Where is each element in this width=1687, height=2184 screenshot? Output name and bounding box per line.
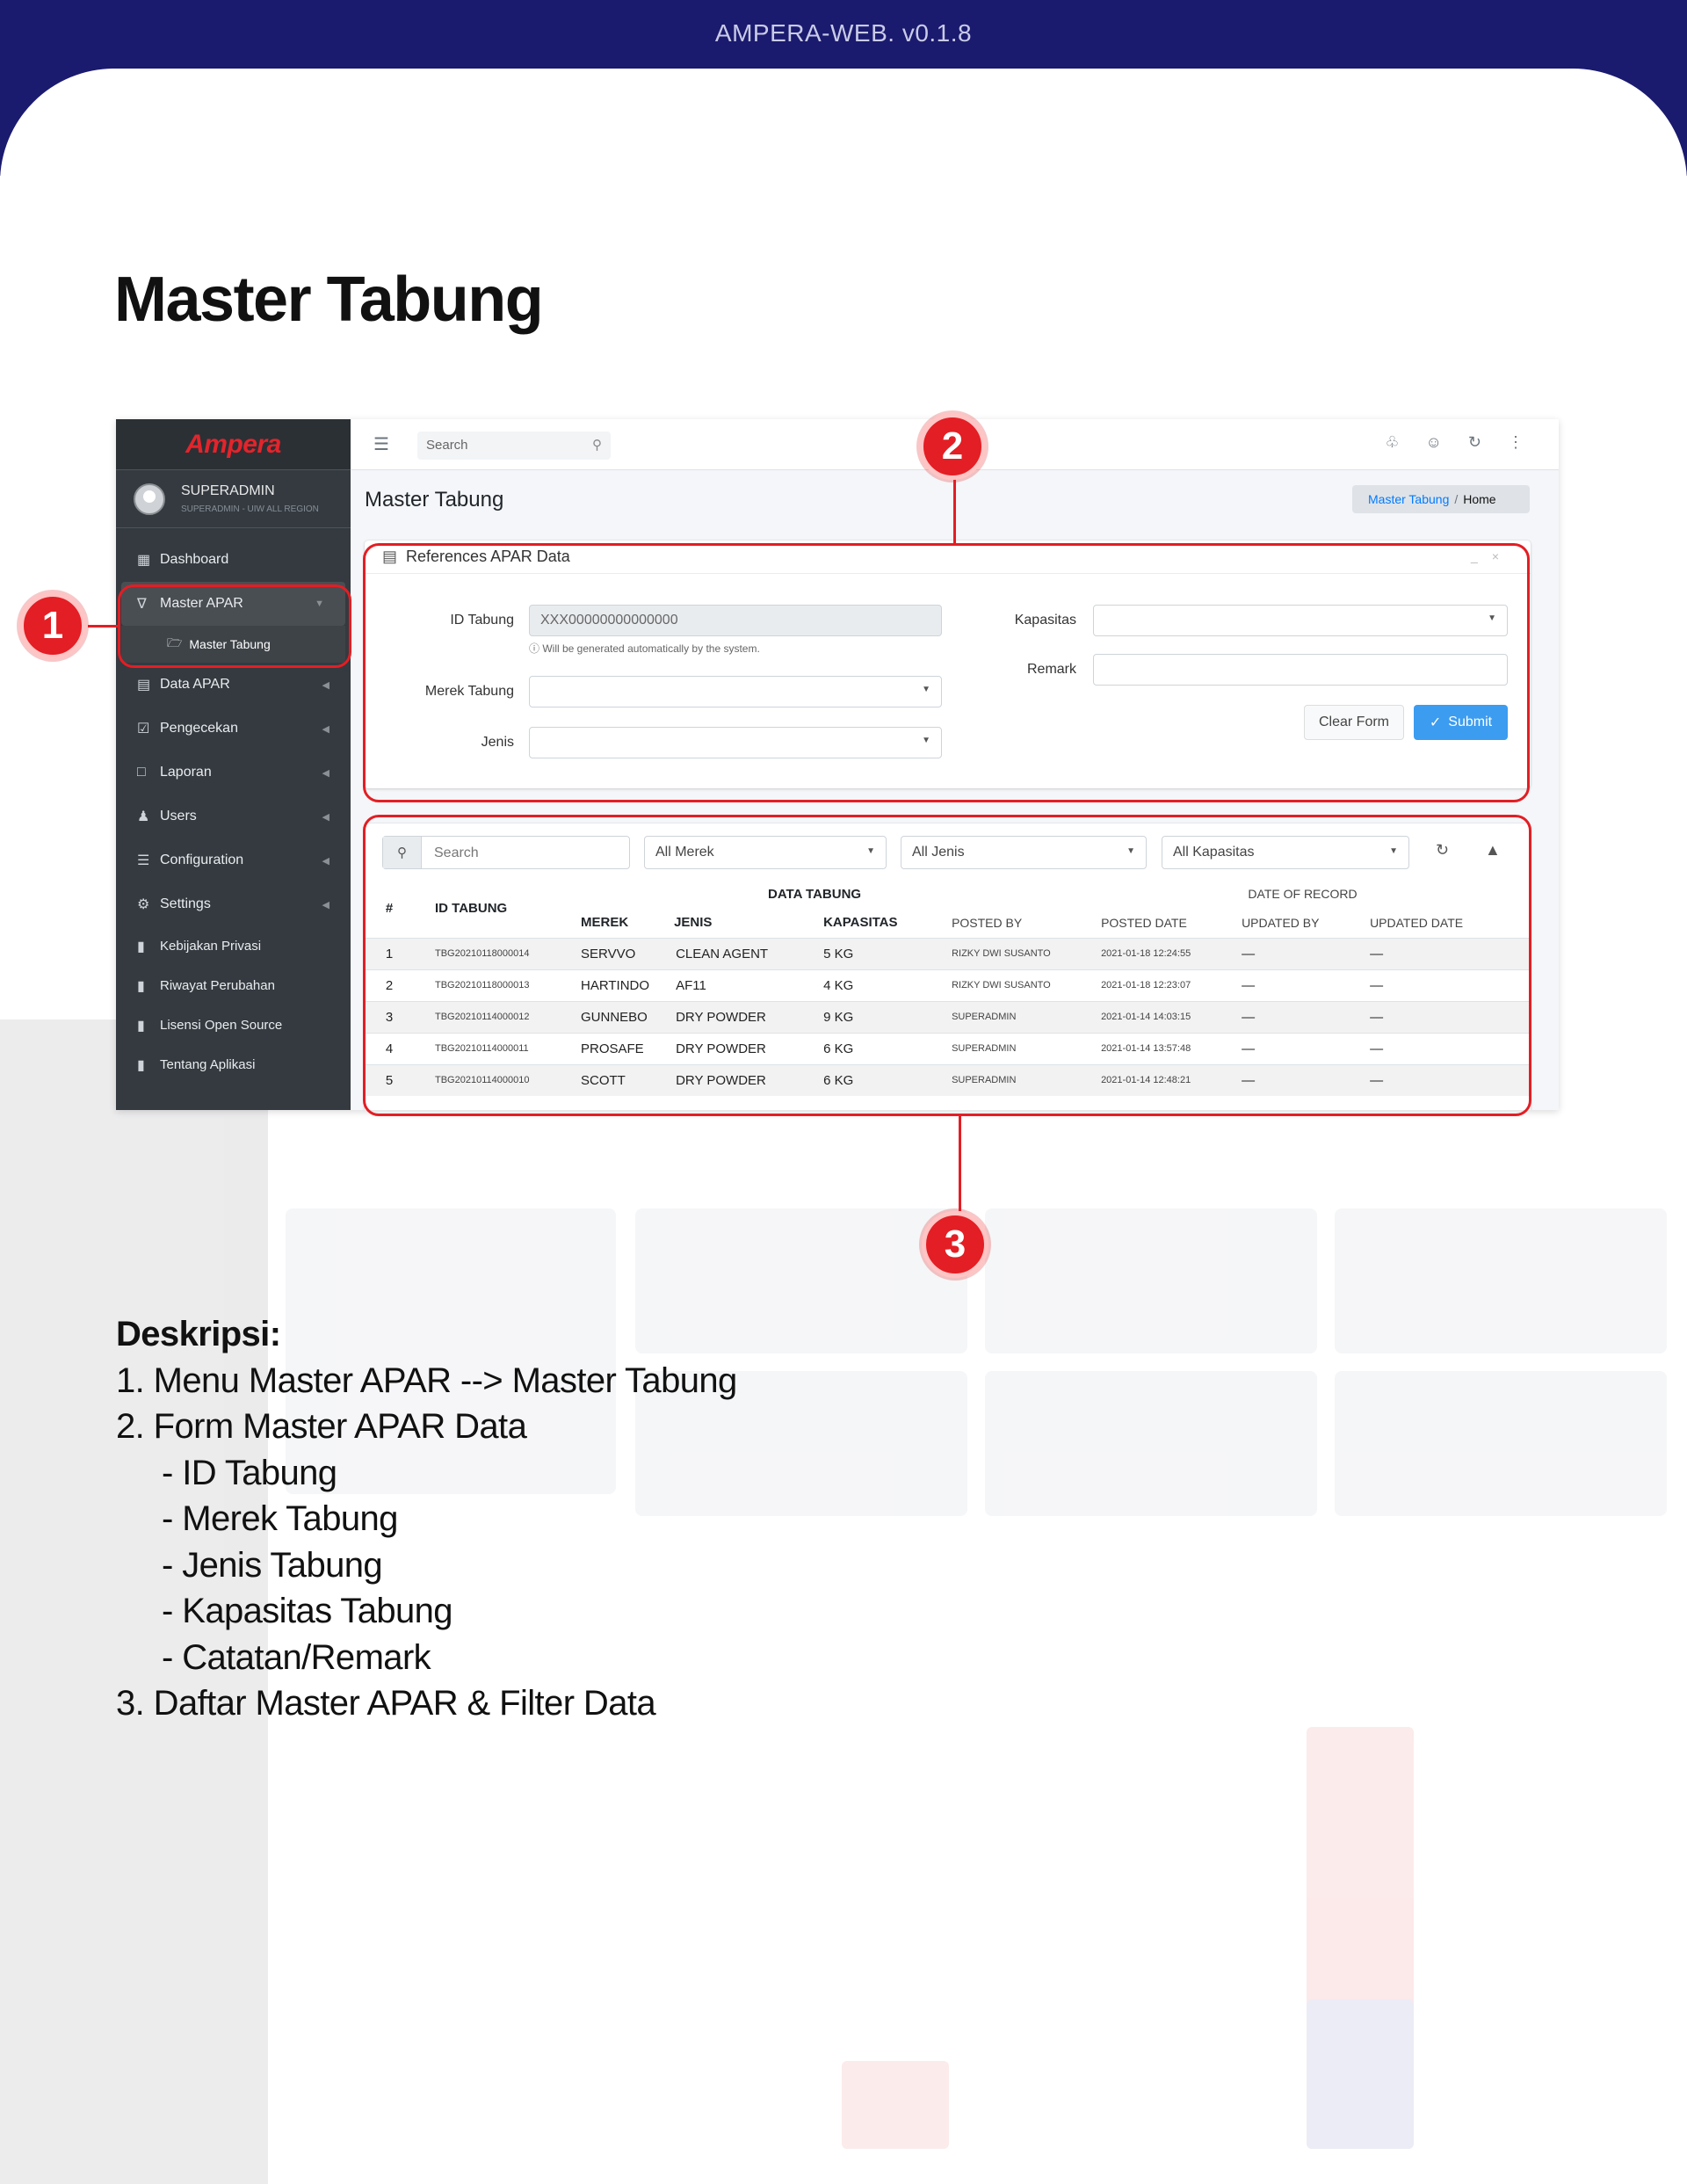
breadcrumb-current: Home (1463, 492, 1496, 506)
description-subline: - Jenis Tabung (162, 1545, 383, 1585)
sidebar-item-dashboard[interactable]: ▦ Dashboard (116, 538, 351, 582)
description-subline: - Kapasitas Tabung (162, 1592, 453, 1630)
document-icon: ▮ (137, 939, 145, 954)
logo-area: Ampera (116, 419, 351, 470)
user-role: SUPERADMIN - UIW ALL REGION (181, 504, 319, 514)
search-placeholder: Search (426, 438, 468, 453)
sidebar-item-label: Riwayat Perubahan (160, 978, 275, 993)
sidebar-item-label: Tentang Aplikasi (160, 1057, 256, 1072)
ghost-card (985, 1208, 1317, 1353)
hamburger-menu-icon[interactable]: ☰ (373, 433, 389, 455)
top-search-input[interactable]: Search ⚲ (417, 432, 611, 460)
document-icon: ▮ (137, 1057, 145, 1073)
app-logo[interactable]: Ampera (185, 430, 281, 460)
callout-badge-1: 1 (19, 592, 86, 659)
sliders-icon: ☰ (137, 853, 150, 868)
sidebar-item-label: Settings (160, 896, 211, 911)
sidebar-item-lisensi-open-source[interactable]: ▮ Lisensi Open Source (116, 1005, 351, 1045)
description-subline: - Merek Tabung (162, 1499, 398, 1538)
sidebar-item-label: Pengecekan (160, 721, 238, 736)
ghost-card (985, 1371, 1317, 1516)
callout-box-2 (363, 543, 1530, 802)
callout-line-3 (959, 1116, 961, 1211)
document-icon: ▮ (137, 1018, 145, 1034)
bell-icon[interactable]: ♧ (1385, 433, 1399, 452)
description-subline: - ID Tabung (162, 1453, 337, 1492)
chevron-left-icon: ◀ (322, 723, 329, 735)
sidebar-item-data-apar[interactable]: ▤ Data APAR ◀ (116, 663, 351, 707)
description-line: 2. Form Master APAR Data (116, 1407, 527, 1446)
ghost-bar (1307, 1999, 1414, 2149)
callout-box-1 (118, 584, 351, 668)
description-line: 3. Daftar Master APAR & Filter Data (116, 1684, 656, 1723)
callout-badge-2: 2 (919, 413, 986, 480)
sidebar-item-tentang-aplikasi[interactable]: ▮ Tentang Aplikasi (116, 1045, 351, 1085)
ghost-card (1335, 1371, 1667, 1516)
description-line: 1. Menu Master APAR --> Master Tabung (116, 1360, 737, 1400)
sidebar-item-label: Lisensi Open Source (160, 1018, 283, 1033)
content-title: Master Tabung (365, 488, 504, 512)
user-panel[interactable]: SUPERADMIN SUPERADMIN - UIW ALL REGION (116, 470, 351, 528)
gear-icon: ⚙ (137, 897, 150, 912)
more-vertical-icon[interactable]: ⋮ (1508, 433, 1524, 452)
file-icon: □ (137, 765, 146, 780)
sidebar-item-settings[interactable]: ⚙ Settings ◀ (116, 882, 351, 926)
users-icon: ♟ (137, 809, 150, 824)
sidebar-item-label: Data APAR (160, 677, 230, 692)
callout-box-3 (363, 815, 1531, 1116)
callout-line-2 (953, 479, 956, 543)
user-icon[interactable]: ☺ (1426, 433, 1442, 452)
sidebar-item-label: Laporan (160, 765, 212, 780)
description: Deskripsi: 1. Menu Master APAR --> Maste… (116, 1311, 737, 1727)
clipboard-icon: ▤ (137, 678, 151, 693)
callout-badge-3: 3 (922, 1211, 988, 1278)
sidebar-item-label: Users (160, 809, 197, 824)
sidebar-item-laporan[interactable]: □ Laporan ◀ (116, 751, 351, 795)
sidebar-item-kebijakan-privasi[interactable]: ▮ Kebijakan Privasi (116, 926, 351, 966)
chevron-left-icon: ◀ (322, 679, 329, 691)
sidebar-item-users[interactable]: ♟ Users ◀ (116, 795, 351, 838)
callout-line-1 (88, 625, 119, 628)
sidebar-item-label: Dashboard (160, 552, 229, 567)
user-name: SUPERADMIN (181, 483, 275, 498)
breadcrumb: Master Tabung / Home (1352, 485, 1530, 513)
description-heading: Deskripsi: (116, 1315, 281, 1353)
bar-chart-icon: ▦ (137, 553, 151, 568)
breadcrumb-link[interactable]: Master Tabung (1368, 492, 1449, 506)
chevron-left-icon: ◀ (322, 811, 329, 823)
breadcrumb-separator: / (1454, 492, 1459, 506)
search-icon[interactable]: ⚲ (592, 437, 602, 453)
page-title: Master Tabung (114, 265, 544, 335)
description-subline: - Catatan/Remark (162, 1637, 431, 1677)
chevron-left-icon: ◀ (322, 855, 329, 867)
sidebar-item-label: Kebijakan Privasi (160, 939, 262, 954)
chevron-left-icon: ◀ (322, 767, 329, 779)
sidebar-item-configuration[interactable]: ☰ Configuration ◀ (116, 838, 351, 882)
sidebar-item-pengecekan[interactable]: ☑ Pengecekan ◀ (116, 707, 351, 751)
topbar-icons: ♧ ☺ ↻ ⋮ (1385, 433, 1524, 452)
avatar (134, 483, 165, 515)
sidebar-item-riwayat-perubahan[interactable]: ▮ Riwayat Perubahan (116, 966, 351, 1005)
document-icon: ▮ (137, 978, 145, 994)
chevron-left-icon: ◀ (322, 899, 329, 911)
calendar-check-icon: ☑ (137, 722, 150, 736)
sidebar: Ampera SUPERADMIN SUPERADMIN - UIW ALL R… (116, 419, 351, 1110)
refresh-icon[interactable]: ↻ (1468, 433, 1481, 452)
ghost-bar (842, 2061, 949, 2149)
ghost-card (1335, 1208, 1667, 1353)
banner-title: AMPERA-WEB. v0.1.8 (714, 19, 973, 47)
sidebar-item-label: Configuration (160, 853, 244, 867)
